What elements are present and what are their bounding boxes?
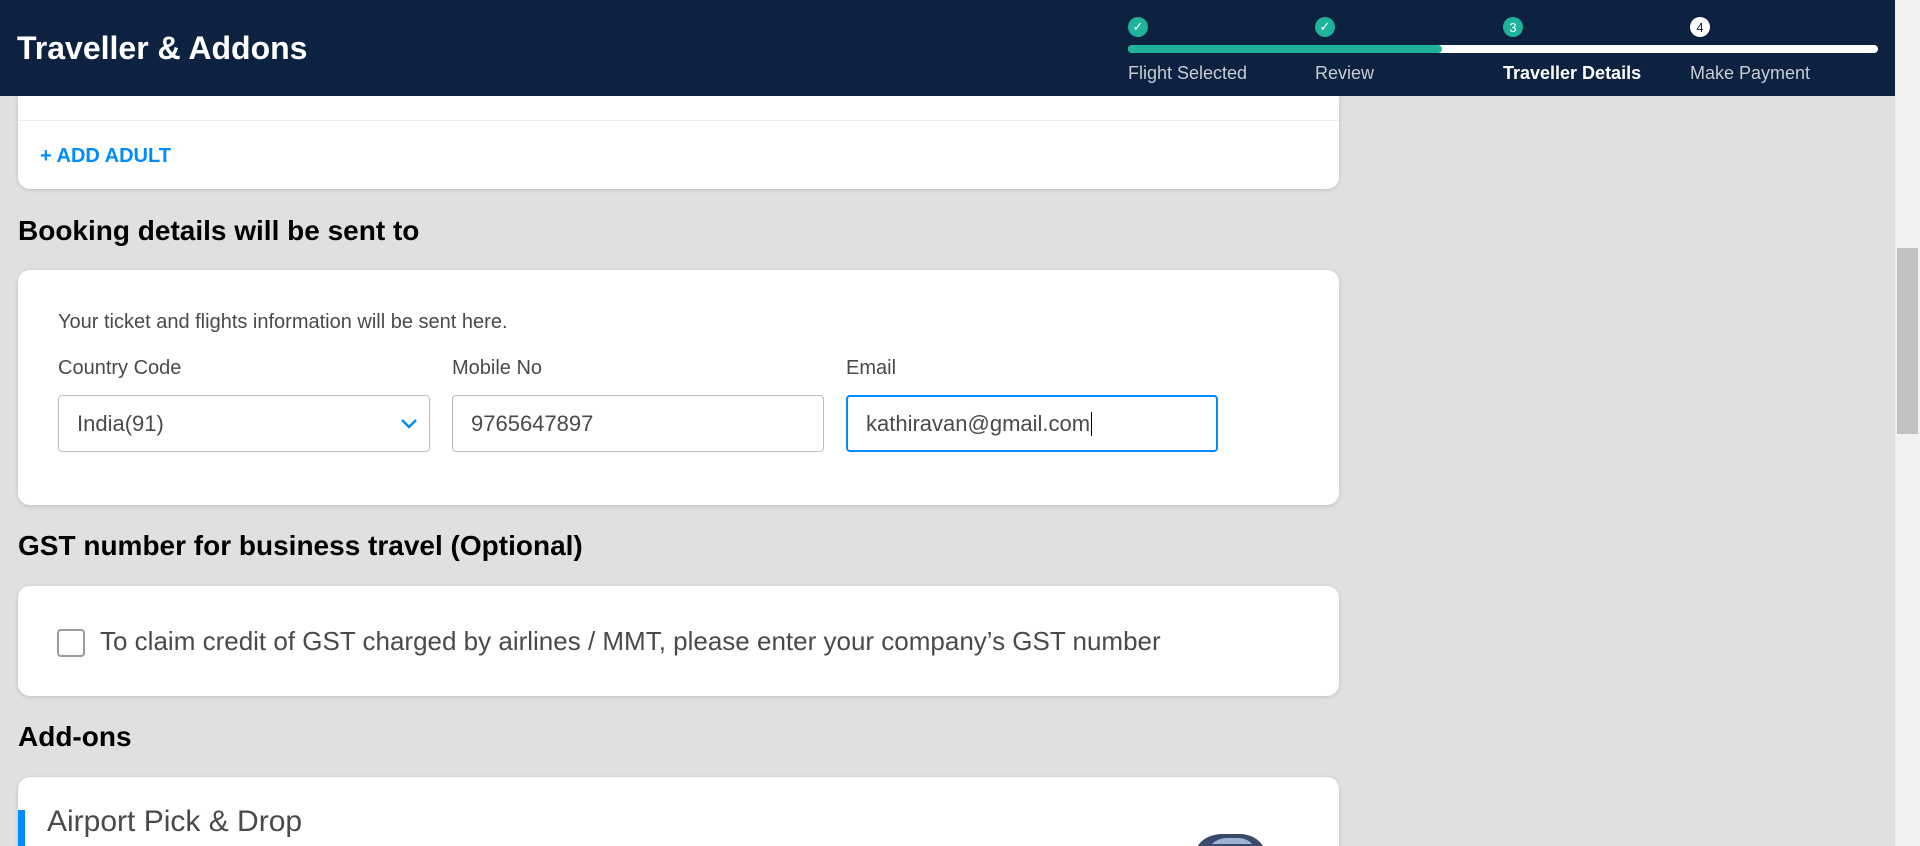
progress-track — [1128, 45, 1878, 53]
page-header: Traveller & Addons ✓ ✓ 3 4 Flight Select… — [0, 0, 1895, 96]
car-icon — [1197, 834, 1263, 846]
scrollbar-thumb[interactable] — [1897, 248, 1918, 434]
step-label-make-payment: Make Payment — [1690, 63, 1811, 83]
country-code-label: Country Code — [58, 357, 182, 379]
booking-section-title: Booking details will be sent to — [18, 215, 420, 246]
step-4-marker: 4 — [1690, 17, 1710, 37]
country-code-select[interactable]: India(91) — [58, 395, 430, 452]
email-input[interactable]: kathiravan@gmail.com — [846, 395, 1218, 452]
gst-checkbox[interactable] — [57, 629, 85, 657]
step-label-traveller-details: Traveller Details — [1503, 63, 1642, 83]
step-3-marker: 3 — [1503, 17, 1523, 37]
step-2-check-icon: ✓ — [1315, 17, 1335, 37]
addons-section-title: Add-ons — [18, 721, 132, 752]
step-1-check-icon: ✓ — [1128, 17, 1148, 37]
add-adult-button[interactable]: + ADD ADULT — [40, 145, 171, 168]
addon-item-title: Airport Pick & Drop — [47, 805, 303, 838]
page-title: Traveller & Addons — [17, 30, 308, 66]
gst-section-title: GST number for business travel (Optional… — [18, 530, 583, 561]
email-label: Email — [846, 357, 897, 379]
booking-info-text: Your ticket and flights information will… — [58, 311, 508, 333]
traveller-card — [18, 96, 1339, 189]
mobile-value: 9765647897 — [471, 410, 594, 436]
gst-checkbox-label: To claim credit of GST charged by airlin… — [100, 626, 1161, 656]
step-label-review: Review — [1315, 63, 1375, 83]
step-label-flight-selected: Flight Selected — [1128, 63, 1248, 83]
chevron-down-icon — [401, 419, 417, 429]
mobile-input[interactable]: 9765647897 — [452, 395, 824, 452]
country-code-value: India(91) — [77, 410, 164, 436]
progress-fill — [1128, 45, 1442, 53]
mobile-label: Mobile No — [452, 357, 543, 379]
booking-card — [18, 270, 1339, 505]
card-divider — [18, 120, 1339, 121]
addon-accent-bar — [18, 810, 25, 846]
email-value: kathiravan@gmail.com — [866, 410, 1091, 436]
text-cursor — [1091, 411, 1093, 436]
